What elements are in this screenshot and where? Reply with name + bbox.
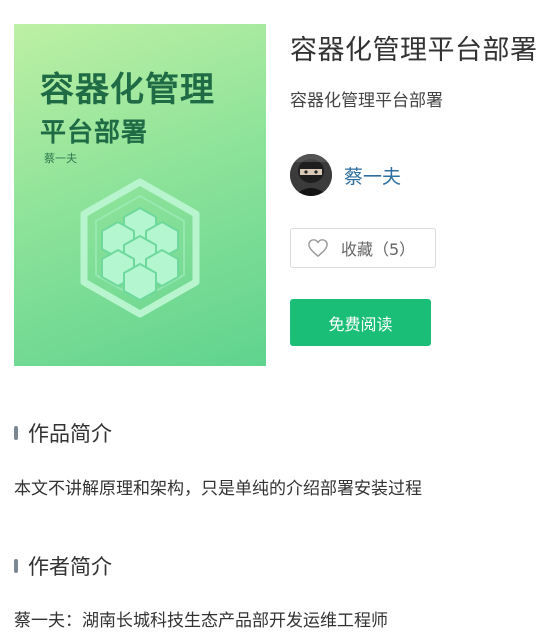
author-intro-heading: 作者简介 xyxy=(14,551,112,581)
book-subtitle: 容器化管理平台部署 xyxy=(290,91,443,111)
intro-heading: 作品简介 xyxy=(14,418,112,448)
author-intro-title: 作者简介 xyxy=(28,555,112,579)
free-read-button[interactable]: 免费阅读 xyxy=(290,299,431,346)
section-marker xyxy=(14,559,18,573)
avatar[interactable] xyxy=(290,154,332,196)
author-intro-text: 蔡一夫：湖南长城科技生态产品部开发运维工程师 xyxy=(14,611,388,631)
cover-title-line1: 容器化管理 xyxy=(40,70,215,110)
cover-title-line2: 平台部署 xyxy=(40,118,149,148)
author-info[interactable]: 蔡一夫 xyxy=(290,153,401,197)
author-name-link[interactable]: 蔡一夫 xyxy=(344,162,401,189)
heart-outline-icon xyxy=(308,239,328,257)
favorite-label: 收藏（5） xyxy=(341,240,416,259)
hexagon-cubes-logo-icon xyxy=(80,178,200,318)
book-cover[interactable]: 容器化管理 平台部署 蔡一夫 xyxy=(14,24,266,366)
favorite-button[interactable]: 收藏（5） xyxy=(290,228,436,268)
cover-author: 蔡一夫 xyxy=(44,152,77,165)
book-title: 容器化管理平台部署 xyxy=(290,35,538,66)
section-marker xyxy=(14,426,18,440)
intro-text: 本文不讲解原理和架构，只是单纯的介绍部署安装过程 xyxy=(14,479,422,499)
intro-title: 作品简介 xyxy=(28,422,112,446)
